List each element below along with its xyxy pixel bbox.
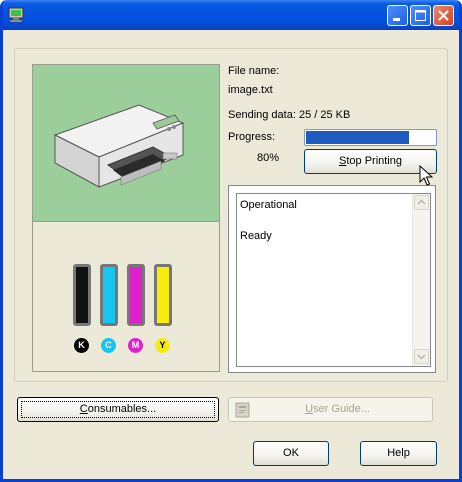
title-bar[interactable] (3, 0, 459, 30)
progress-percent: 80% (257, 152, 280, 164)
ink-badge-c: C (101, 338, 116, 353)
help-label: Help (387, 447, 410, 459)
ink-cartridge-m (127, 264, 145, 326)
help-button[interactable]: Help (360, 441, 437, 466)
chevron-up-icon (417, 199, 426, 205)
stop-printing-label: top Printing (346, 155, 402, 167)
file-name-value: image.txt (228, 84, 273, 96)
ink-badge-y: Y (155, 338, 170, 353)
printer-icon (53, 104, 185, 188)
sending-data-label: Sending data: 25 / 25 KB (228, 109, 351, 121)
vertical-scrollbar[interactable] (412, 194, 430, 366)
maximize-icon (415, 10, 426, 21)
focus-rect (21, 401, 215, 418)
file-name-label: File name: (228, 65, 280, 77)
progress-bar (304, 129, 437, 146)
maximize-button[interactable] (410, 5, 431, 26)
ink-badge-m: M (128, 338, 143, 353)
stop-printing-button[interactable]: Stop Printing (304, 149, 437, 174)
status-textbox[interactable]: Operational Ready (236, 193, 431, 367)
progress-bar-fill (306, 131, 409, 144)
printer-image-panel (32, 64, 220, 222)
ink-cartridge-c (100, 264, 118, 326)
user-guide-mnemonic: U (305, 403, 314, 415)
status-line-operational: Operational (240, 199, 297, 211)
consumables-button[interactable]: Consumables... (17, 397, 219, 422)
printer-monitor-icon[interactable] (8, 7, 24, 23)
ink-cartridge-k (73, 264, 91, 326)
ink-cartridge-y (154, 264, 172, 326)
user-guide-button[interactable]: User Guide... (228, 397, 433, 422)
scroll-up-button[interactable] (414, 195, 429, 210)
progress-label: Progress: (228, 131, 276, 143)
close-button[interactable] (433, 5, 454, 26)
mouse-pointer-icon (419, 165, 433, 186)
user-guide-label: ser Guide... (313, 403, 370, 415)
minimize-button[interactable] (387, 5, 408, 26)
scroll-down-button[interactable] (414, 349, 429, 364)
ink-badge-k: K (74, 338, 89, 353)
close-icon (438, 10, 449, 21)
book-icon (235, 402, 250, 418)
status-frame: Operational Ready (228, 185, 436, 373)
ok-button[interactable]: OK (253, 441, 329, 466)
ink-levels-panel: KCMY (32, 222, 220, 372)
minimize-icon (393, 18, 400, 21)
ok-label: OK (283, 447, 299, 459)
status-line-ready: Ready (240, 230, 272, 242)
chevron-down-icon (417, 354, 426, 360)
